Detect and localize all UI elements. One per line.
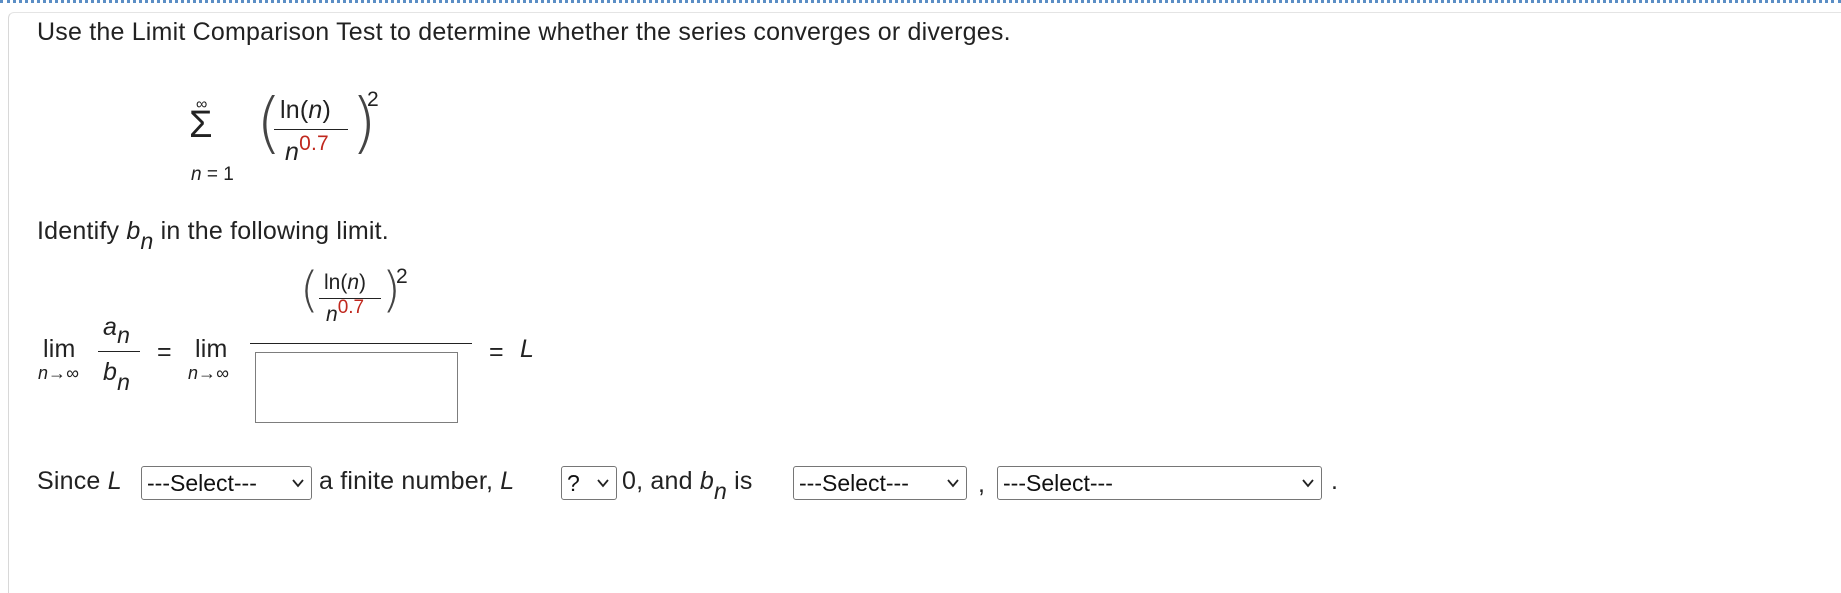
limit-numer-numerator: ln(n) — [324, 271, 367, 294]
select-L-comparison[interactable]: ---Select--- — [141, 466, 312, 500]
limit-left-paren: ( — [300, 262, 319, 318]
top-dotted-border — [0, 0, 1841, 3]
question-prompt: Use the Limit Comparison Test to determi… — [37, 18, 1011, 46]
chevron-down-icon — [597, 479, 609, 488]
and-bn-is-text: 0, and bn is — [622, 467, 753, 504]
series-numerator: ln(n) — [280, 96, 332, 124]
limit-outer-exponent: 2 — [396, 265, 408, 288]
select-L-vs-zero[interactable]: ? — [561, 466, 617, 500]
period: . — [1331, 467, 1339, 495]
comma-separator: , — [978, 470, 986, 498]
identify-bn-text: Identify bn in the following limit. — [37, 217, 389, 254]
series-outer-exponent: 2 — [367, 88, 379, 111]
an-bn-fraction-bar — [98, 351, 140, 352]
bn-answer-input[interactable] — [255, 352, 458, 423]
limit-result-L: L — [520, 335, 535, 363]
chevron-down-icon — [292, 479, 304, 488]
series-left-paren: ( — [256, 84, 282, 161]
series-fraction-bar — [274, 129, 348, 130]
series-denominator: n0.7 — [285, 132, 329, 166]
chevron-down-icon — [1302, 479, 1314, 488]
sum-symbol: Σ — [189, 104, 213, 146]
bn-denominator: bn — [103, 358, 131, 395]
lim-word-right: lim — [195, 335, 228, 363]
finite-number-text: a finite number, L — [319, 467, 515, 495]
sum-lower-limit: n = 1 — [191, 164, 234, 185]
lim-under-right: n→∞ — [188, 363, 229, 383]
since-text: Since L — [37, 467, 122, 495]
chevron-down-icon — [947, 479, 959, 488]
equals-sign-1: = — [157, 338, 172, 366]
equals-sign-2: = — [489, 338, 504, 366]
lim-word-left: lim — [43, 335, 76, 363]
select-series-conclusion[interactable]: ---Select--- — [997, 466, 1322, 500]
limit-numer-denominator: n0.7 — [326, 297, 365, 326]
select-bn-behavior[interactable]: ---Select--- — [793, 466, 967, 500]
limit-main-fraction-bar — [250, 343, 472, 344]
an-numerator: an — [103, 313, 131, 348]
lim-under-left: n→∞ — [38, 363, 79, 383]
